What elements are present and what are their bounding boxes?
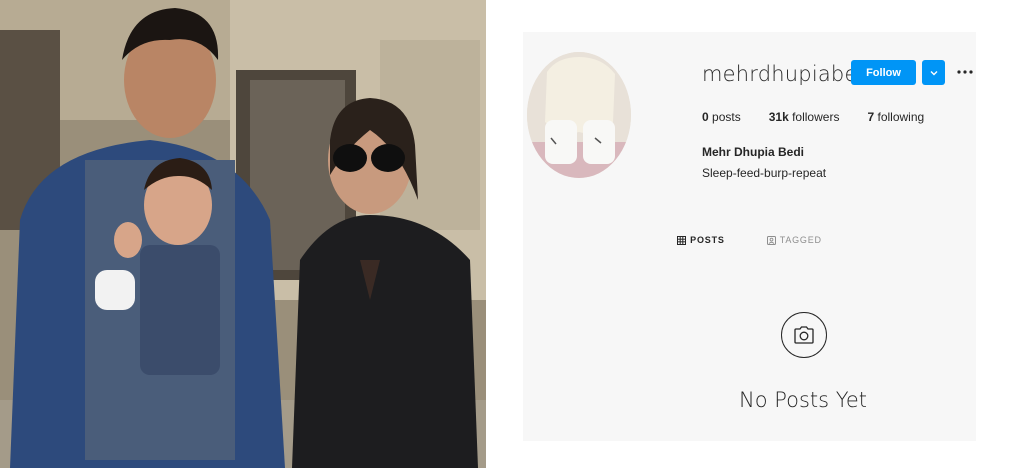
more-options-button[interactable] (955, 62, 975, 82)
posts-count: 0 (702, 110, 709, 124)
posts-label: posts (712, 110, 741, 124)
follow-button[interactable]: Follow (851, 60, 916, 85)
posts-stat: 0 posts (702, 110, 741, 124)
following-stat[interactable]: 7 following (867, 110, 924, 124)
tag-user-icon (766, 235, 776, 245)
camera-icon (794, 326, 814, 344)
tab-tagged-label: TAGGED (779, 235, 822, 245)
family-photo (0, 0, 486, 468)
tab-tagged[interactable]: TAGGED (766, 235, 822, 245)
tab-posts-label: POSTS (690, 235, 725, 245)
instagram-profile-card: mehrdhupiabedi Follow 0 posts 31k follow… (523, 32, 976, 441)
grid-icon (677, 235, 687, 245)
following-label: following (877, 110, 925, 124)
chevron-down-icon (930, 70, 937, 75)
followers-count: 31k (768, 110, 789, 124)
following-count: 7 (867, 110, 875, 124)
profile-stats: 0 posts 31k followers 7 following (702, 110, 952, 124)
followers-stat[interactable]: 31k followers (769, 110, 840, 124)
avatar[interactable] (527, 52, 631, 178)
empty-state-text: No Posts Yet (739, 388, 867, 412)
profile-tabs: POSTS TAGGED (523, 235, 976, 245)
followers-label: followers (792, 110, 840, 124)
full-name: Mehr Dhupia Bedi (702, 145, 805, 159)
suggested-dropdown-button[interactable] (922, 60, 945, 85)
bio: Sleep-feed-burp-repeat (702, 166, 827, 180)
tab-posts[interactable]: POSTS (677, 235, 725, 245)
more-dots-icon (957, 70, 973, 74)
empty-state-icon-wrap (781, 312, 827, 358)
